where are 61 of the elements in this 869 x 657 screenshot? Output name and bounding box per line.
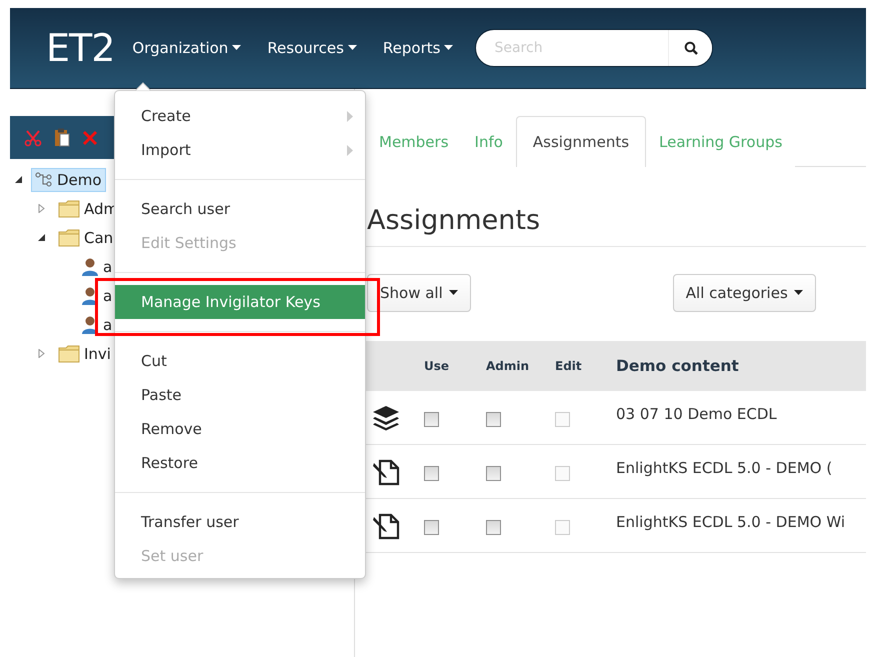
menu-item[interactable]: Manage Invigilator Keys [115,285,365,319]
menu-item: Set user [140,546,204,567]
menu-item[interactable]: Search user [115,192,365,226]
tree-item[interactable]: Invi [54,342,115,366]
collapse-icon[interactable] [14,175,23,184]
search-button[interactable] [668,30,712,66]
document-edit-icon [372,512,400,540]
tab[interactable]: Assignments [516,116,646,167]
filter-dropdown[interactable]: Show all [367,274,471,312]
checkbox[interactable] [424,520,439,535]
filter-dropdown[interactable]: All categories [672,274,816,312]
nav-menu[interactable]: Resources [267,39,357,57]
folder-icon[interactable] [58,344,80,362]
checkbox[interactable] [486,412,501,427]
checkbox[interactable] [486,466,501,481]
hierarchy-icon [35,172,53,188]
tree-item[interactable]: Demo [31,168,106,192]
submenu-arrow-icon [347,144,353,156]
checkbox[interactable] [424,412,439,427]
collapse-icon[interactable] [37,233,46,242]
checkbox[interactable] [424,466,439,481]
column-header: Admin [486,359,530,373]
tree-item[interactable]: a [77,254,116,280]
clipboard-icon[interactable] [54,128,70,147]
table-cell: EnlightKS ECDL 5.0 - DEMO Wi [616,512,845,530]
column-header: Demo content [616,357,739,375]
menu-item[interactable]: Import [115,133,365,167]
folder-icon[interactable] [58,200,80,218]
checkbox[interactable] [486,520,501,535]
menu-item[interactable]: Cut [115,344,365,378]
submenu-arrow-icon [347,110,353,122]
caret-icon [794,290,803,296]
caret-icon [448,290,458,296]
delete-icon[interactable] [82,130,98,146]
menu-item: Edit Settings [140,233,238,254]
nav-menu[interactable]: Reports [382,39,454,57]
menu-item[interactable]: Remove [115,412,365,446]
search-icon [684,41,698,55]
nav-menu[interactable]: Organization [132,39,242,57]
expand-icon[interactable] [37,349,46,358]
menu-item[interactable]: Restore [115,446,365,480]
document-edit-icon [372,458,400,486]
menu-item[interactable]: Transfer user [115,505,365,539]
caret-icon [232,45,242,51]
logo[interactable]: ET2 [46,26,114,70]
tree-item[interactable]: Can [54,226,118,250]
table-cell: 03 07 10 Demo ECDL [616,404,777,422]
tree-item[interactable]: a [77,312,116,338]
caret-icon [444,45,454,51]
table-cell: EnlightKS ECDL 5.0 - DEMO ( [616,458,832,476]
scissors-icon[interactable] [24,128,42,146]
menu-item[interactable]: Create [115,99,365,133]
caret-icon [348,45,357,51]
column-header: Edit [555,359,582,373]
user-icon[interactable] [81,256,99,276]
menu-item[interactable]: Paste [115,378,365,412]
tree-item[interactable]: a [77,282,116,308]
expand-icon[interactable] [37,204,46,213]
column-header: Use [424,359,450,373]
layers-icon [372,404,400,430]
folder-icon[interactable] [58,228,80,246]
